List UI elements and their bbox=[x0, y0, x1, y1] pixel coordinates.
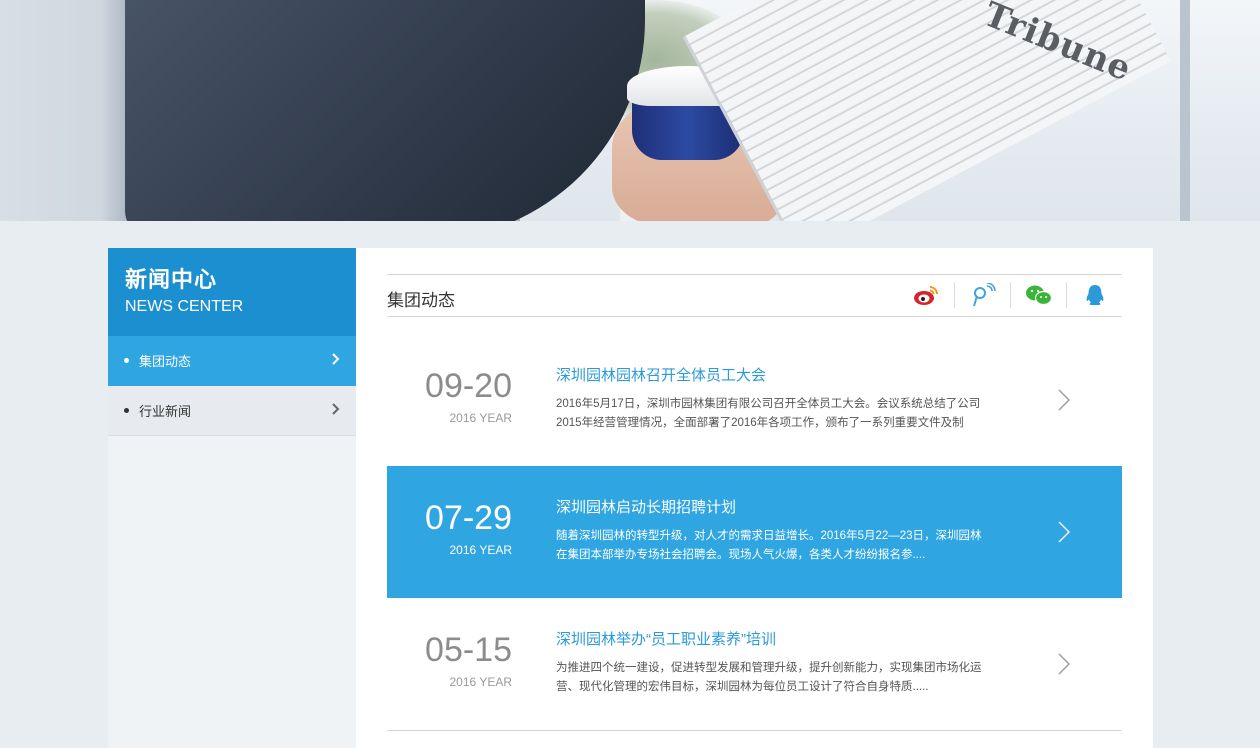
news-summary: 为推进四个统一建设，促进转型发展和管理升级，提升创新能力，实现集团市场化运营、现… bbox=[556, 662, 982, 693]
sidebar: 新闻中心 NEWS CENTER 集团动态 行业新闻 bbox=[108, 248, 356, 748]
tencent-weibo-icon bbox=[972, 283, 996, 307]
news-title-link[interactable]: 深圳园林园林召开全体员工大会 bbox=[556, 366, 766, 386]
banner-suit bbox=[125, 0, 645, 221]
news-year: 2016 YEAR bbox=[449, 543, 513, 557]
weibo-share-button[interactable] bbox=[898, 282, 954, 308]
banner-window-frame bbox=[1180, 0, 1190, 221]
news-item-active[interactable]: 07-29 2016 YEAR 深圳园林启动长期招聘计划 随着深圳园林的转型升级… bbox=[387, 466, 1122, 598]
divider bbox=[387, 730, 1122, 731]
chevron-right-icon bbox=[332, 353, 340, 365]
chevron-right-icon[interactable] bbox=[1057, 388, 1071, 417]
sidebar-item-label: 集团动态 bbox=[139, 354, 192, 369]
sidebar-subtitle: NEWS CENTER bbox=[125, 298, 244, 315]
sidebar-item-group-news[interactable]: 集团动态 bbox=[108, 336, 356, 386]
news-title-link[interactable]: 深圳园林举办“员工职业素养”培训 bbox=[556, 630, 776, 650]
news-title-link[interactable]: 深圳园林启动长期招聘计划 bbox=[556, 498, 736, 518]
qq-share-button[interactable] bbox=[1066, 282, 1122, 308]
chevron-right-icon[interactable] bbox=[1057, 520, 1071, 549]
news-panel-header: 集团动态 bbox=[387, 274, 1122, 317]
news-date: 07-29 bbox=[425, 499, 512, 537]
share-bar bbox=[898, 282, 1122, 308]
wechat-share-button[interactable] bbox=[1010, 282, 1066, 308]
news-year: 2016 YEAR bbox=[449, 675, 513, 689]
tencent-weibo-share-button[interactable] bbox=[954, 282, 1010, 308]
qq-icon bbox=[1086, 285, 1103, 305]
news-summary: 随着深圳园林的转型升级，对人才的需求日益增长。2016年5月22—23日，深圳园… bbox=[556, 530, 982, 561]
news-item[interactable]: 05-15 2016 YEAR 深圳园林举办“员工职业素养”培训 为推进四个统一… bbox=[387, 598, 1122, 730]
chevron-right-icon bbox=[332, 403, 340, 415]
news-panel: 集团动态 09-20 2016 YEAR 深圳园林园林召开全体员工大会 2016… bbox=[356, 248, 1153, 748]
news-summary: 2016年5月17日，深圳市园林集团有限公司召开全体员工大会。会议系统总结了公司… bbox=[556, 398, 981, 429]
chevron-right-icon[interactable] bbox=[1057, 652, 1071, 681]
sidebar-header: 新闻中心 NEWS CENTER bbox=[108, 248, 356, 336]
sidebar-item-industry-news[interactable]: 行业新闻 bbox=[108, 386, 356, 436]
news-year: 2016 YEAR bbox=[449, 411, 513, 425]
news-date: 05-15 bbox=[425, 631, 512, 669]
banner-image: Tribune bbox=[0, 0, 1260, 221]
sidebar-item-label: 行业新闻 bbox=[139, 404, 192, 419]
news-item[interactable]: 09-20 2016 YEAR 深圳园林园林召开全体员工大会 2016年5月17… bbox=[387, 334, 1122, 466]
page-title: 集团动态 bbox=[387, 291, 455, 310]
bullet-icon bbox=[124, 408, 129, 413]
weibo-icon bbox=[914, 286, 938, 305]
wechat-icon bbox=[1025, 285, 1052, 306]
sidebar-title: 新闻中心 bbox=[125, 267, 218, 292]
news-date: 09-20 bbox=[425, 367, 512, 405]
bullet-icon bbox=[124, 358, 129, 363]
